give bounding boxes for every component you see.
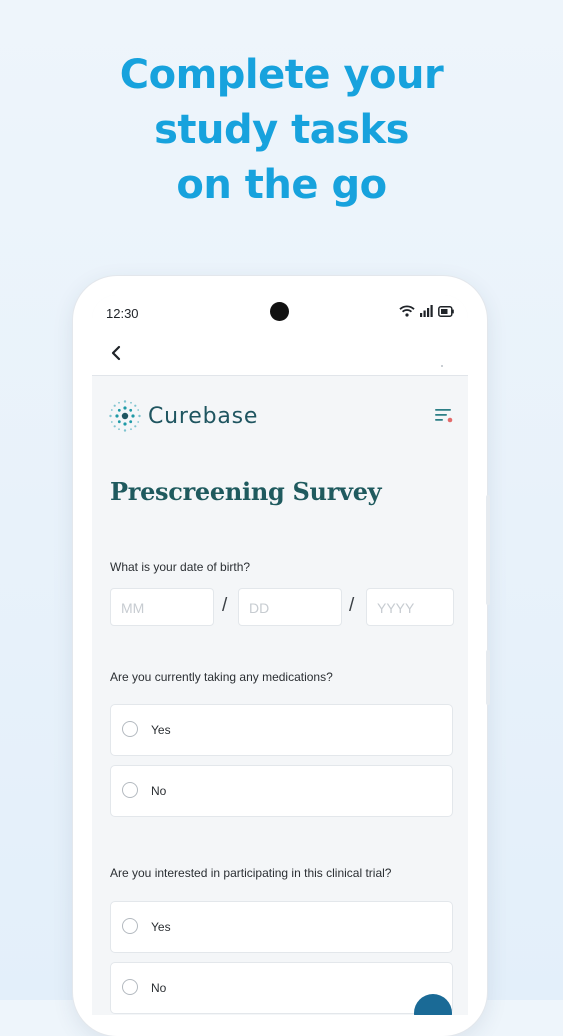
headline-line-3: on the go — [176, 162, 387, 208]
status-time: 12:30 — [106, 306, 139, 321]
wifi-icon — [399, 305, 415, 317]
page-title: Prescreening Survey — [110, 477, 382, 506]
option-label: No — [151, 981, 167, 995]
brand-name: Curebase — [148, 403, 259, 429]
status-icons — [399, 305, 454, 317]
headline: Complete your study tasks on the go — [0, 48, 563, 213]
interest-option-yes[interactable]: Yes — [110, 901, 453, 953]
day-input[interactable]: DD — [238, 588, 342, 626]
app-bar-dot — [441, 365, 443, 367]
camera-cutout — [270, 302, 289, 321]
interest-option-no[interactable]: No — [110, 962, 453, 1014]
headline-line-2: study tasks — [154, 107, 409, 153]
headline-line-1: Complete your — [119, 52, 444, 98]
interest-question: Are you interested in participating in t… — [110, 866, 392, 880]
app-bar — [92, 331, 468, 376]
signal-icon — [420, 305, 433, 317]
chevron-left-icon[interactable] — [110, 345, 122, 361]
month-input[interactable]: MM — [110, 588, 214, 626]
option-label: Yes — [151, 723, 171, 737]
medications-option-no[interactable]: No — [110, 765, 453, 817]
dob-question: What is your date of birth? — [110, 560, 251, 574]
radio-button[interactable] — [122, 918, 138, 934]
phone-side-button — [486, 650, 490, 705]
radio-button[interactable] — [122, 721, 138, 737]
radio-button[interactable] — [122, 979, 138, 995]
battery-icon — [438, 305, 454, 317]
brand-logo: Curebase — [108, 399, 258, 433]
date-separator: / — [349, 595, 355, 616]
year-input[interactable]: YYYY — [366, 588, 454, 626]
status-bar: 12:30 — [92, 295, 468, 331]
medications-option-yes[interactable]: Yes — [110, 704, 453, 756]
medications-question: Are you currently taking any medications… — [110, 670, 333, 684]
curebase-logo-icon — [109, 400, 141, 432]
date-separator: / — [222, 595, 228, 616]
radio-button[interactable] — [122, 782, 138, 798]
phone-side-button — [486, 495, 490, 605]
menu-icon[interactable] — [434, 407, 454, 423]
option-label: Yes — [151, 920, 171, 934]
phone-screen: 12:30 Curebase Prescreening Survey What … — [92, 295, 468, 1015]
option-label: No — [151, 784, 167, 798]
